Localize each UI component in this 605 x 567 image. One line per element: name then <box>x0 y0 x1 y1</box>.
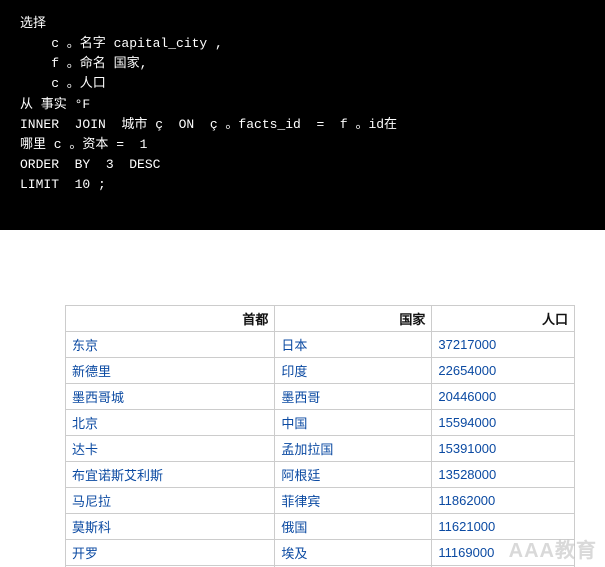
cell-population: 22654000 <box>432 358 575 384</box>
table-row: 墨西哥城墨西哥20446000 <box>66 384 575 410</box>
cell-capital: 新德里 <box>66 358 275 384</box>
cell-population: 15594000 <box>432 410 575 436</box>
table-row: 北京中国15594000 <box>66 410 575 436</box>
watermark: AAA教育 <box>509 534 597 563</box>
table-row: 布宜诺斯艾利斯阿根廷13528000 <box>66 462 575 488</box>
cell-capital: 开罗 <box>66 540 275 566</box>
cell-capital: 墨西哥城 <box>66 384 275 410</box>
col-header-population: 人口 <box>432 306 575 332</box>
cell-capital: 东京 <box>66 332 275 358</box>
results-table: 首都 国家 人口 东京日本37217000新德里印度22654000墨西哥城墨西… <box>65 305 575 567</box>
cell-country: 墨西哥 <box>275 384 432 410</box>
table-row: 莫斯科俄国11621000 <box>66 514 575 540</box>
results-table-wrap: 首都 国家 人口 东京日本37217000新德里印度22654000墨西哥城墨西… <box>65 305 575 567</box>
cell-capital: 布宜诺斯艾利斯 <box>66 462 275 488</box>
table-row: 马尼拉菲律宾11862000 <box>66 488 575 514</box>
table-row: 新德里印度22654000 <box>66 358 575 384</box>
cell-country: 中国 <box>275 410 432 436</box>
table-row: 开罗埃及11169000 <box>66 540 575 566</box>
sql-code-block: 选择 c 。名字 capital_city , f 。命名 国家, c 。人口 … <box>0 0 605 230</box>
cell-population: 37217000 <box>432 332 575 358</box>
cell-country: 孟加拉国 <box>275 436 432 462</box>
table-header-row: 首都 国家 人口 <box>66 306 575 332</box>
cell-country: 日本 <box>275 332 432 358</box>
cell-capital: 莫斯科 <box>66 514 275 540</box>
cell-population: 20446000 <box>432 384 575 410</box>
cell-population: 11862000 <box>432 488 575 514</box>
col-header-country: 国家 <box>275 306 432 332</box>
table-row: 达卡孟加拉国15391000 <box>66 436 575 462</box>
cell-country: 埃及 <box>275 540 432 566</box>
cell-country: 印度 <box>275 358 432 384</box>
cell-population: 13528000 <box>432 462 575 488</box>
cell-country: 菲律宾 <box>275 488 432 514</box>
cell-capital: 达卡 <box>66 436 275 462</box>
cell-population: 15391000 <box>432 436 575 462</box>
cell-capital: 马尼拉 <box>66 488 275 514</box>
cell-capital: 北京 <box>66 410 275 436</box>
cell-country: 俄国 <box>275 514 432 540</box>
col-header-capital: 首都 <box>66 306 275 332</box>
spacer <box>0 230 605 305</box>
cell-country: 阿根廷 <box>275 462 432 488</box>
table-row: 东京日本37217000 <box>66 332 575 358</box>
